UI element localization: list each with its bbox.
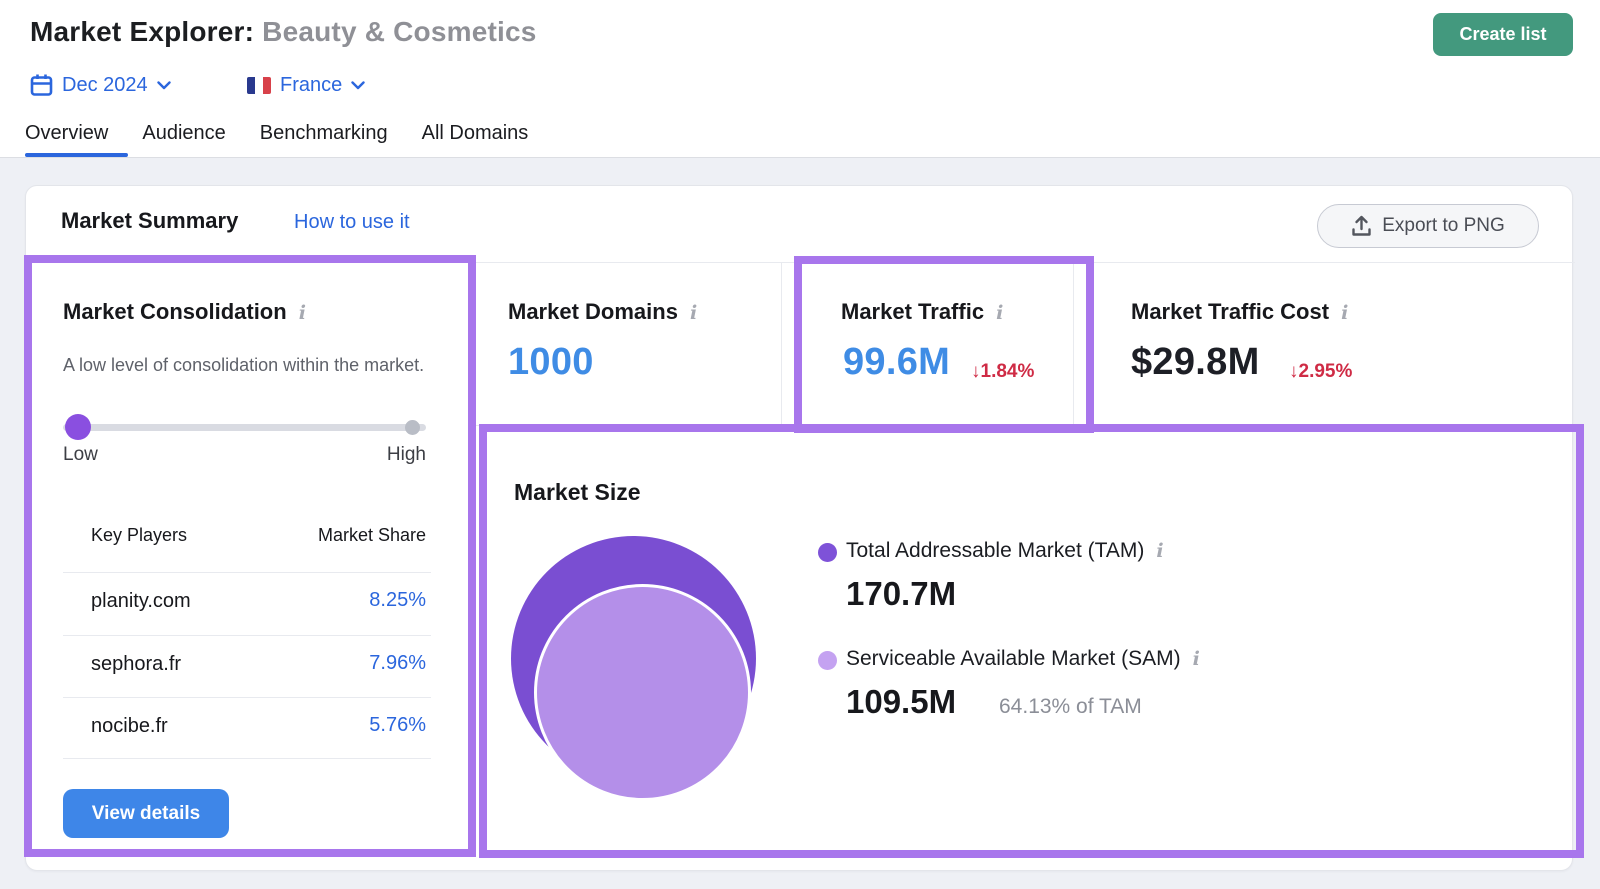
metrics-divider-2 bbox=[1073, 262, 1074, 425]
key-players-column-header: Key Players bbox=[91, 525, 187, 546]
tam-label-text: Total Addressable Market (TAM) bbox=[846, 539, 1144, 562]
market-traffic-change: ↓1.84% bbox=[971, 361, 1034, 383]
consolidation-right-border bbox=[473, 262, 474, 856]
tab-benchmarking[interactable]: Benchmarking bbox=[260, 122, 388, 157]
tam-legend-dot bbox=[818, 543, 837, 562]
consolidation-slider-track bbox=[63, 424, 426, 431]
upload-icon bbox=[1351, 215, 1372, 237]
country-label: France bbox=[280, 74, 342, 97]
key-player-domain: nocibe.fr bbox=[91, 715, 168, 738]
export-to-png-button[interactable]: Export to PNG bbox=[1317, 204, 1539, 248]
market-domains-title-text: Market Domains bbox=[508, 299, 678, 324]
tab-overview[interactable]: Overview bbox=[25, 122, 108, 157]
table-divider bbox=[63, 758, 431, 759]
export-to-png-label: Export to PNG bbox=[1382, 215, 1505, 237]
market-domains-value: 1000 bbox=[508, 341, 594, 384]
france-flag-icon bbox=[247, 77, 271, 94]
page-title-market: Beauty & Cosmetics bbox=[262, 16, 536, 47]
sam-circle bbox=[534, 584, 751, 801]
market-traffic-title-text: Market Traffic bbox=[841, 299, 984, 324]
info-icon[interactable]: i bbox=[1156, 540, 1163, 562]
market-traffic-value: 99.6M bbox=[843, 341, 950, 384]
scale-high-label: High bbox=[366, 444, 426, 466]
tam-value: 170.7M bbox=[846, 575, 956, 613]
metrics-top-border bbox=[473, 262, 1575, 263]
key-player-domain: sephora.fr bbox=[91, 653, 181, 676]
info-icon[interactable]: i bbox=[1341, 302, 1348, 324]
metrics-divider-1 bbox=[781, 262, 782, 425]
market-domains-title: Market Domains i bbox=[508, 299, 697, 325]
consolidation-slider-knob-low bbox=[65, 414, 91, 440]
sam-share-of-tam: 64.13% of TAM bbox=[999, 695, 1142, 719]
market-traffic-cost-value: $29.8M bbox=[1131, 341, 1260, 384]
chevron-down-icon bbox=[157, 81, 171, 90]
tam-legend-label: Total Addressable Market (TAM) i bbox=[846, 539, 1164, 563]
info-icon[interactable]: i bbox=[1193, 648, 1200, 670]
table-divider bbox=[63, 697, 431, 698]
tab-audience[interactable]: Audience bbox=[142, 122, 225, 157]
info-icon[interactable]: i bbox=[299, 302, 306, 324]
country-selector[interactable]: France bbox=[247, 70, 365, 100]
market-traffic-cost-change: ↓2.95% bbox=[1289, 361, 1352, 383]
consolidation-slider-knob-high bbox=[405, 420, 420, 435]
how-to-use-it-link[interactable]: How to use it bbox=[294, 211, 410, 234]
market-summary-card: Market Summary How to use it Export to P… bbox=[25, 185, 1573, 871]
market-traffic-cost-title-text: Market Traffic Cost bbox=[1131, 299, 1329, 324]
consolidation-title-text: Market Consolidation bbox=[63, 299, 287, 324]
tab-all-domains[interactable]: All Domains bbox=[422, 122, 529, 157]
create-list-button[interactable]: Create list bbox=[1433, 13, 1573, 56]
info-icon[interactable]: i bbox=[996, 302, 1003, 324]
sam-label-text: Serviceable Available Market (SAM) bbox=[846, 647, 1181, 670]
key-player-share[interactable]: 7.96% bbox=[261, 652, 426, 675]
metrics-bottom-border bbox=[473, 425, 1575, 426]
card-title: Market Summary bbox=[61, 208, 238, 234]
chevron-down-icon bbox=[351, 81, 365, 90]
table-divider bbox=[63, 635, 431, 636]
date-label: Dec 2024 bbox=[62, 74, 148, 97]
sam-legend-label: Serviceable Available Market (SAM) i bbox=[846, 647, 1200, 671]
sam-value: 109.5M bbox=[846, 683, 956, 721]
info-icon[interactable]: i bbox=[690, 302, 697, 324]
view-details-button[interactable]: View details bbox=[63, 789, 229, 838]
page-title: Market Explorer: Beauty & Cosmetics bbox=[30, 16, 537, 48]
market-traffic-title: Market Traffic i bbox=[841, 299, 1003, 325]
page-title-prefix: Market Explorer: bbox=[30, 16, 254, 47]
market-traffic-cost-title: Market Traffic Cost i bbox=[1131, 299, 1348, 325]
key-player-domain: planity.com bbox=[91, 590, 191, 613]
sam-legend-dot bbox=[818, 651, 837, 670]
key-player-share[interactable]: 5.76% bbox=[261, 714, 426, 737]
market-explorer-page: Market Explorer: Beauty & Cosmetics Crea… bbox=[0, 0, 1600, 889]
tab-bar: Overview Audience Benchmarking All Domai… bbox=[25, 122, 528, 157]
key-player-share[interactable]: 8.25% bbox=[261, 589, 426, 612]
consolidation-section-title: Market Consolidation i bbox=[63, 299, 306, 325]
market-share-column-header: Market Share bbox=[261, 525, 426, 546]
consolidation-description: A low level of consolidation within the … bbox=[63, 352, 431, 379]
scale-low-label: Low bbox=[63, 444, 98, 466]
market-size-title: Market Size bbox=[514, 479, 641, 506]
calendar-icon bbox=[30, 73, 53, 97]
date-selector[interactable]: Dec 2024 bbox=[30, 70, 171, 100]
table-divider bbox=[63, 572, 431, 573]
